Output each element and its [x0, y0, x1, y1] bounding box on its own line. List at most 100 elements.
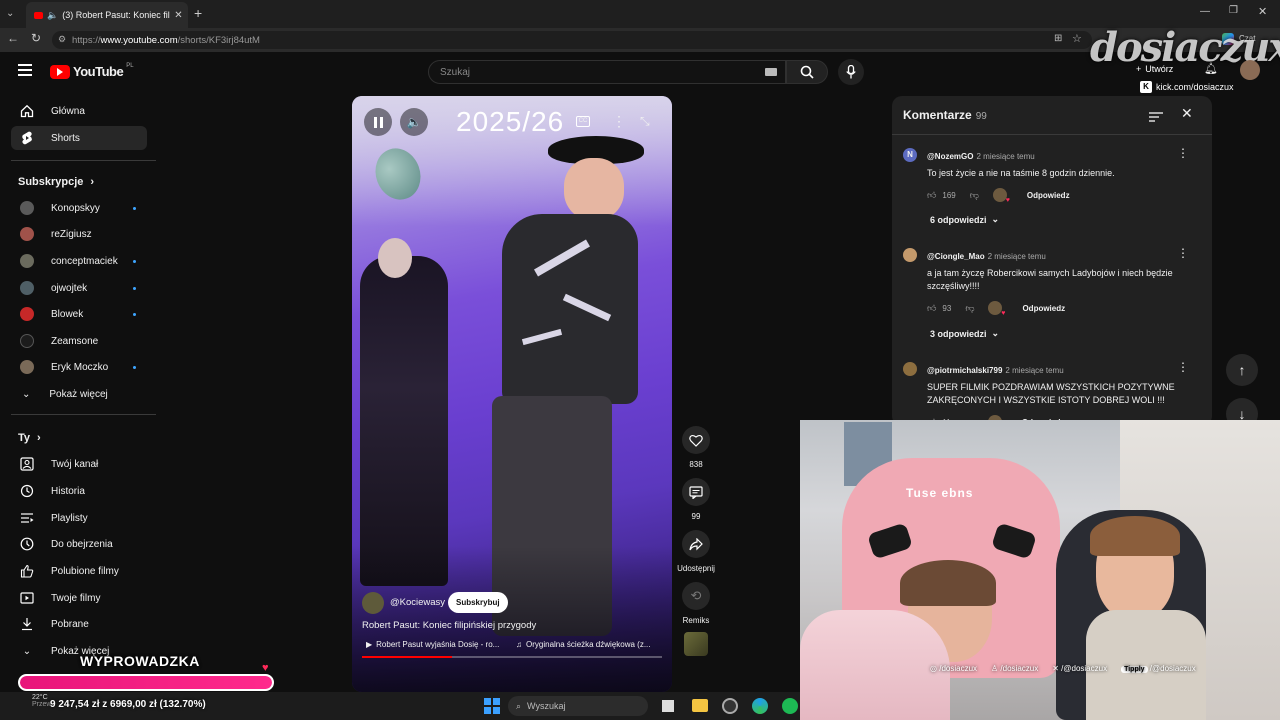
new-content-dot — [133, 312, 136, 316]
share-button[interactable] — [682, 530, 710, 558]
sidebar-item-liked-videos[interactable]: Polubione filmy — [11, 559, 147, 583]
progress-bar[interactable] — [362, 656, 662, 658]
more-options-icon[interactable]: ⋮ — [612, 113, 626, 130]
comment-more-icon[interactable]: ⋮ — [1177, 246, 1189, 260]
site-info-icon[interactable]: ⚙ — [58, 34, 66, 45]
sidebar-item-shorts[interactable]: Shorts — [11, 126, 147, 150]
subscription-item-conceptmaciek[interactable]: conceptmaciek — [11, 249, 147, 273]
sidebar-item-playlists[interactable]: Playlisty — [11, 506, 147, 530]
like-button[interactable] — [682, 426, 710, 454]
close-window-icon[interactable]: ✕ — [1258, 5, 1267, 18]
thumbs-down-icon[interactable]: 👎︎ — [965, 303, 974, 314]
channel-avatar — [20, 227, 34, 241]
reply-button[interactable]: Odpowiedz — [1027, 191, 1070, 200]
thumbs-up-icon[interactable]: 👍︎ — [927, 303, 936, 314]
taskbar-search[interactable]: ⌕ Wyszukaj — [508, 696, 648, 716]
search-button[interactable] — [786, 60, 828, 84]
avatar[interactable] — [903, 248, 917, 262]
volume-button[interactable]: 🔈 — [400, 108, 428, 136]
comments-button[interactable] — [682, 478, 710, 506]
subscriptions-show-more[interactable]: ⌄ Pokaż więcej — [11, 382, 147, 406]
sidebar-item-your-channel[interactable]: Twój kanał — [11, 452, 147, 476]
app-icon[interactable] — [722, 698, 738, 714]
channel-name[interactable]: @Kociewasy — [390, 597, 445, 608]
refresh-icon[interactable]: ↻ — [31, 31, 41, 45]
minimize-icon[interactable]: — — [1200, 6, 1210, 17]
edge-browser-icon[interactable] — [752, 698, 768, 714]
playlist-icon — [20, 511, 34, 525]
view-replies-button[interactable]: 3 odpowiedzi ⌄ — [930, 328, 999, 339]
short-video-player[interactable]: 🔈 2025/26 CC ⋮ ⤡ @Kociewasy Subskrybuj R… — [352, 96, 672, 692]
subscription-item-rezigiusz[interactable]: reZigiusz — [11, 222, 147, 246]
related-video-link[interactable]: ▶ Robert Pasut wyjaśnia Dosię - ro... — [366, 640, 499, 649]
view-replies-button[interactable]: 6 odpowiedzi ⌄ — [930, 214, 999, 225]
comment-more-icon[interactable]: ⋮ — [1177, 360, 1189, 374]
subscriptions-heading[interactable]: Subskrypcje › — [18, 176, 94, 188]
apps-icon[interactable]: ⊞ — [1054, 33, 1062, 44]
previous-short-button[interactable]: ↑ — [1226, 354, 1258, 386]
weather-widget[interactable]: 22°C Przew. — [12, 694, 53, 708]
comment-author[interactable]: @Ciongle_Mao — [927, 252, 985, 261]
voice-search-button[interactable] — [838, 59, 864, 85]
search-input[interactable]: Szukaj — [428, 60, 786, 84]
sidebar-item-watch-later[interactable]: Do obejrzenia — [11, 532, 147, 556]
windows-start-icon[interactable] — [484, 698, 500, 714]
person-two-hair — [1090, 516, 1180, 556]
task-view-icon[interactable] — [662, 700, 674, 712]
comment-text: SUPER FILMIK POZDRAWIAM WSZYSTKICH POZYT… — [927, 382, 1175, 405]
sidebar-item-history[interactable]: Historia — [11, 479, 147, 503]
chevron-down-icon: ⌄ — [991, 328, 1000, 338]
menu-icon[interactable] — [18, 64, 32, 76]
spotify-icon[interactable] — [782, 698, 798, 714]
pause-button[interactable] — [364, 108, 392, 136]
close-tab-icon[interactable]: ✕ — [174, 10, 182, 21]
audio-icon[interactable]: 🔈 — [47, 10, 58, 21]
keyboard-icon[interactable] — [765, 68, 777, 76]
short-title[interactable]: Robert Pasut: Koniec filipińskiej przygo… — [362, 620, 536, 631]
download-icon — [20, 617, 34, 631]
subscription-item-ojwojtek[interactable]: ojwojtek — [11, 276, 147, 300]
file-explorer-icon[interactable] — [692, 699, 708, 712]
sidebar-item-downloads[interactable]: Pobrane — [11, 612, 147, 636]
subscription-item-zeamsone[interactable]: Zeamsone — [11, 329, 147, 353]
sidebar-item-your-videos[interactable]: Twoje filmy — [11, 586, 147, 610]
sidebar-item-label: Twój kanał — [51, 458, 99, 470]
url-field[interactable]: ⚙ https://www.youtube.com/shorts/KF3irj8… — [52, 31, 1092, 49]
sidebar-item-home[interactable]: Główna — [11, 99, 147, 123]
create-button[interactable]: + Utwórz — [1136, 64, 1173, 74]
subscription-item-blowek[interactable]: Blowek — [11, 302, 147, 326]
thumbs-down-icon[interactable]: 👎︎ — [970, 190, 979, 201]
comment-author[interactable]: @piotrmichalski799 — [927, 366, 1002, 375]
sort-button[interactable] — [1149, 109, 1163, 127]
goal-title: WYPROWADZKA — [80, 653, 200, 669]
close-comments-icon[interactable]: ✕ — [1181, 105, 1193, 122]
avatar[interactable]: N — [903, 148, 917, 162]
comments-title: Komentarze — [903, 108, 972, 122]
favorite-star-icon[interactable]: ☆ — [1072, 32, 1082, 45]
subscription-item-eryk-moczko[interactable]: Eryk Moczko — [11, 355, 147, 379]
new-tab-icon[interactable]: + — [194, 5, 202, 21]
social-instagram: ◎ /dosiaczux — [930, 664, 977, 673]
account-avatar[interactable] — [1240, 60, 1260, 80]
captions-icon[interactable]: CC — [576, 116, 590, 127]
maximize-icon[interactable]: ❐ — [1229, 5, 1238, 16]
remix-button[interactable]: ⟲ — [682, 582, 710, 610]
avatar[interactable] — [903, 362, 917, 376]
notifications-icon[interactable]: 🔔︎ — [1204, 62, 1218, 75]
you-heading[interactable]: Ty › — [18, 432, 41, 444]
sound-link[interactable]: ♫ Oryginalna ścieżka dźwiękowa (z... — [516, 640, 651, 649]
browser-tab[interactable]: 🔈 (3) Robert Pasut: Koniec filipiń ✕ — [26, 2, 188, 28]
thumbs-up-icon[interactable]: 👍︎ — [927, 190, 936, 201]
tab-menu-icon[interactable]: ⌄ — [6, 8, 14, 19]
comment-author[interactable]: @NozemGO — [927, 152, 973, 161]
channel-avatar[interactable] — [362, 592, 384, 614]
fullscreen-icon[interactable]: ⤡ — [640, 114, 650, 129]
comment-more-icon[interactable]: ⋮ — [1177, 146, 1189, 160]
back-icon[interactable]: ← — [7, 31, 19, 45]
chevron-right-icon: › — [90, 176, 95, 188]
subscription-item-konopskyy[interactable]: Konopskyy — [11, 196, 147, 220]
sound-thumbnail[interactable] — [684, 632, 708, 656]
youtube-logo[interactable]: YouTube PL — [50, 63, 134, 79]
reply-button[interactable]: Odpowiedz — [1022, 304, 1065, 313]
subscribe-button[interactable]: Subskrybuj — [448, 592, 508, 613]
